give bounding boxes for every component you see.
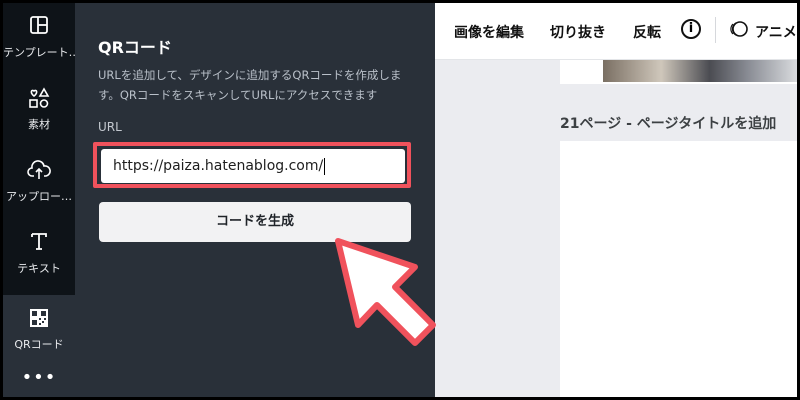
icon-rail: テンプレート… 素材 アップロー… テキスト QRコード •••: [3, 3, 75, 397]
current-page[interactable]: [560, 141, 797, 397]
page-photo[interactable]: [603, 60, 797, 82]
toolbar-divider: [715, 17, 716, 43]
sidebar-item-text[interactable]: テキスト: [3, 219, 75, 291]
page-caption[interactable]: 21ページ - ページタイトルを追加: [560, 113, 776, 133]
crop-button[interactable]: 切り抜き: [550, 22, 606, 42]
elements-icon: [3, 87, 75, 109]
sidebar-item-label: テキスト: [17, 262, 61, 275]
text-icon: [3, 231, 75, 253]
more-apps-button[interactable]: •••: [3, 365, 75, 397]
sidebar-item-label: アップロー…: [6, 190, 72, 203]
highlight-box: [93, 142, 411, 188]
pointer-arrow-icon: [335, 238, 436, 346]
sidebar-item-templates[interactable]: テンプレート…: [3, 3, 75, 75]
sidebar-item-label: 素材: [28, 118, 50, 131]
sidebar-item-label: テンプレート…: [3, 46, 75, 59]
sidebar-item-uploads[interactable]: アップロー…: [3, 147, 75, 219]
url-label: URL: [98, 120, 122, 134]
sidebar-item-label: QRコード: [14, 338, 64, 351]
animate-icon[interactable]: [729, 19, 749, 39]
template-icon: [3, 15, 75, 37]
panel-title: QRコード: [98, 38, 172, 57]
edit-image-button[interactable]: 画像を編集: [454, 22, 524, 42]
animate-button[interactable]: アニメ: [755, 22, 797, 42]
sidebar-item-elements[interactable]: 素材: [3, 75, 75, 147]
upload-icon: [3, 159, 75, 181]
app-window: テンプレート… 素材 アップロー… テキスト QRコード ••• QRコード U…: [0, 0, 800, 400]
info-icon[interactable]: i: [681, 19, 701, 39]
qr-code-icon: [3, 309, 75, 331]
flip-button[interactable]: 反転: [633, 22, 661, 42]
sidebar-item-qr-code[interactable]: QRコード: [3, 295, 75, 367]
panel-description: URLを追加して、デザインに追加するQRコードを作成します。QRコードをスキャン…: [98, 68, 402, 102]
